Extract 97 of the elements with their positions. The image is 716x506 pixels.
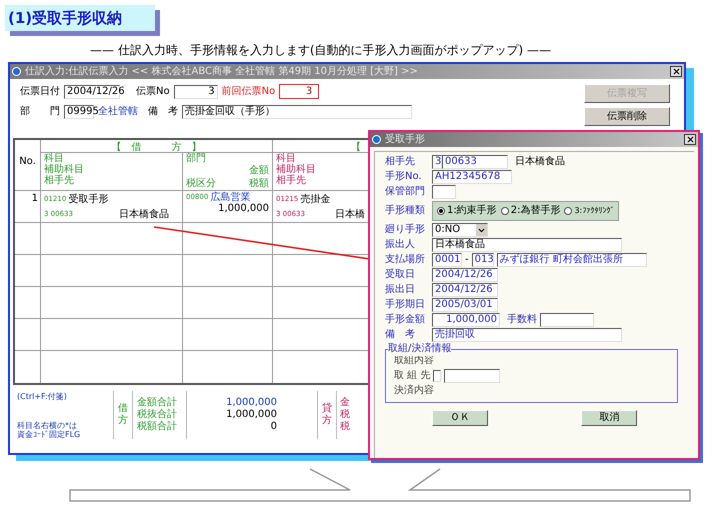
column-header: 科目 [44,153,64,164]
total-label: 税額合計 [137,421,178,433]
column-header: 【 [351,142,361,153]
column-header: 相手先 [276,175,306,186]
table-cell-text: 日本橋食品 [119,208,169,222]
input-field[interactable]: 013 [472,253,494,267]
app-icon [12,67,21,76]
total-value: 1,000,000 [226,397,277,409]
input-field[interactable]: みずほ銀行 町村会館出張所 [496,253,647,267]
subtitle: —— 仕訳入力時、手形情報を入力します(自動的に手形入力画面がポップアップ) —— [90,43,551,57]
heading: (1)受取手形収納 [5,5,155,31]
input-field[interactable]: 00633 [442,155,508,169]
note-text: 科目名右横の*は [17,421,78,430]
label: 振出人 [385,238,416,252]
column-header: 税区分 [186,178,217,190]
column-header: 補助科目 [276,164,316,175]
column-header: 金額 [249,165,269,178]
label: 廻り手形 [385,223,426,237]
label: 手形No. [385,170,423,184]
shortcut-hint: (Ctrl+F:付箋) [17,391,68,403]
label: 手数料 [507,313,537,327]
app-icon [372,135,381,144]
input-field[interactable]: AH12345678 [432,170,512,184]
input-field[interactable] [432,185,456,199]
label: 取 組 先 [394,369,430,383]
label: 全社管轄 [98,104,138,119]
total-label: 税抜合計 [137,409,178,420]
label: 手形種類 [385,204,426,218]
table-cell-text: 1 [32,192,38,206]
label: 伝票No [136,85,170,99]
label: 相手先 [385,155,416,169]
table-cell-text: 売掛金 [300,192,330,207]
total-label: 金額合計 [137,397,178,408]
input-field[interactable]: 3 [174,84,218,98]
label: 備 考 [148,104,178,119]
dialog-button[interactable]: 取消 [581,410,638,426]
input-field[interactable]: 売掛回収 [432,328,622,342]
window-title: 受取手形 [385,132,426,147]
total-label: 金 [340,397,351,408]
input-field[interactable]: 売掛金回収（手形） [182,104,412,118]
amount-cell: 1,000,000 [218,203,269,214]
label: 決済内容 [394,384,435,398]
label: 振出日 [385,283,416,297]
label: 備 考 [385,328,416,342]
column-header: No. [19,155,36,169]
radio-option[interactable]: 2:為替手形 [500,204,560,218]
close-icon[interactable] [684,134,696,145]
label: 前回伝票No [222,85,276,99]
input-field[interactable]: 2004/12/26 [432,268,498,282]
table-cell-text: 日本橋 [334,208,365,222]
side-label: 方 [118,415,128,427]
input-field[interactable] [540,313,594,327]
label: 保管部門 [385,185,426,199]
label: 手形期日 [385,298,426,312]
checkbox[interactable] [433,370,442,382]
side-label: 借 [118,403,128,414]
toolbar-button[interactable]: 伝票削除 [584,107,670,126]
radio-option[interactable]: 3:ﾌｧｸﾀﾘﾝｸﾞ [564,204,614,218]
table-cell: 広島営業 [210,192,250,203]
input-field[interactable]: 2005/03/01 [432,298,498,312]
side-label: 方 [322,415,332,427]
radio-button[interactable] [564,207,572,215]
total-value: 1,000,000 [226,409,277,421]
input-field[interactable] [444,369,500,383]
input-field[interactable]: 3 [279,84,320,99]
column-header: 相手先 [44,175,74,186]
label: 日本橋食品 [515,155,565,169]
column-header: 補助科目 [44,164,84,175]
label: 手形金額 [385,313,426,327]
column-header: 科目 [276,153,296,164]
radio-button[interactable] [437,207,445,215]
side-label: 貸 [322,403,332,414]
group-title: 取組/決済情報 [388,342,452,356]
label: 伝票日付 [20,85,60,99]
column-header: 【 借 方 】 [112,140,202,152]
input-field[interactable]: 1,000,000 [432,313,500,327]
input-field[interactable]: 0001 [432,253,462,267]
close-icon[interactable] [670,66,682,77]
radio-option[interactable]: 1:約束手形 [437,204,497,218]
window-title: 仕訳入力:仕訳伝票入力 << 株式会社ABC商事 全社管轄 第49期 10月分処理 [大野] >> [25,64,419,79]
separator-text: - [465,253,469,267]
column-header: 部門 [186,153,207,166]
input-field[interactable]: 3 [432,155,442,169]
note-text: 資金ｺｰﾄﾞ固定FLG [17,430,82,439]
total-label: 税 [340,421,351,433]
label: 支払場所 [385,253,426,267]
radio-button[interactable] [500,207,509,215]
label: 受取日 [385,268,416,282]
total-label: 税 [340,409,351,420]
input-field[interactable]: 2004/12/26 [432,283,498,297]
total-value: 0 [270,421,277,433]
input-field[interactable]: 日本橋食品 [432,238,622,252]
dialog-button[interactable]: ＯＫ [432,410,488,426]
dropdown[interactable]: 0:NO [432,223,488,237]
label: 部 門 [20,104,60,119]
table-cell-text: 受取手形 [68,192,108,207]
column-header: 税額 [249,178,269,190]
